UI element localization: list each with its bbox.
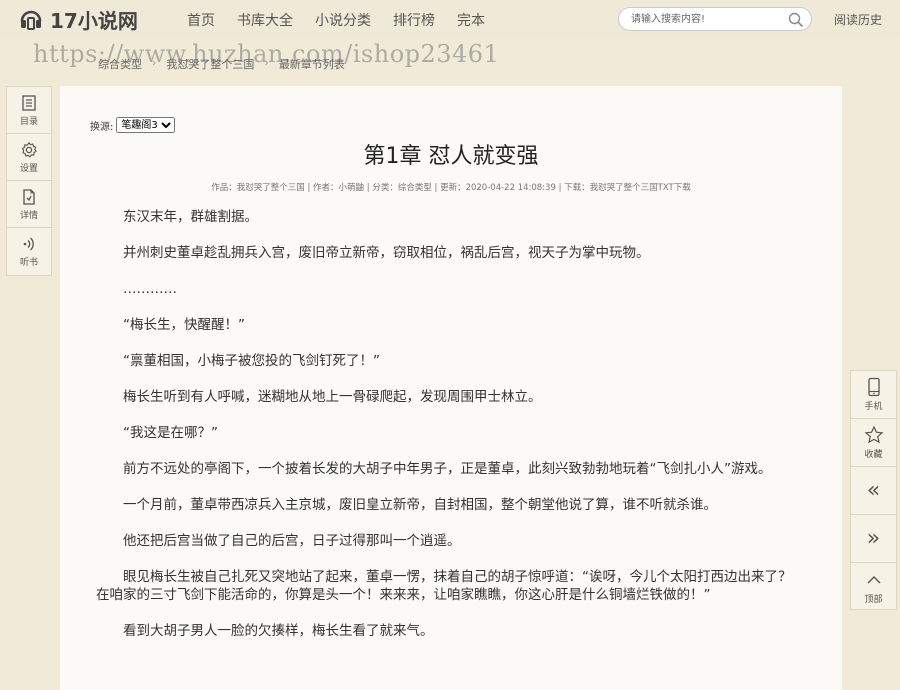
nav-rankings[interactable]: 排行榜 xyxy=(393,10,435,30)
right-toolbar: 手机 收藏 « » 顶部 xyxy=(850,370,897,610)
breadcrumb-chapters[interactable]: 最新章节列表 xyxy=(279,56,345,72)
main-nav: 首页 书库大全 小说分类 排行榜 完本 xyxy=(187,10,507,30)
nav-library[interactable]: 书库大全 xyxy=(237,10,293,30)
listen-label: 听书 xyxy=(19,258,38,268)
paragraph: 眼见梅长生被自己扎死又突地站了起来，董卓一愣，抹着自己的胡子惊呼道：“诶呀，今儿… xyxy=(96,569,792,603)
paragraph: “我这是在哪？” xyxy=(123,425,218,441)
details-icon xyxy=(23,188,35,205)
double-chevron-right-icon: » xyxy=(866,525,881,551)
reading-history-link[interactable]: 阅读历史 xyxy=(834,11,882,28)
chapter-title: 第1章 怼人就变强 xyxy=(363,144,539,169)
paragraph: 看到大胡子男人一脸的欠揍样，梅长生看了就来气。 xyxy=(123,623,434,639)
mobile-button[interactable]: 手机 xyxy=(851,371,896,419)
mobile-phone-icon xyxy=(867,377,880,397)
search-icon[interactable] xyxy=(787,11,805,29)
chapter-content: 换源: 笔趣阁3 第1章 怼人就变强 作品：我怼哭了整个三国 | 作者：小萌鼬 … xyxy=(60,86,842,690)
catalog-label: 目录 xyxy=(19,116,38,127)
favorite-label: 收藏 xyxy=(864,450,883,460)
source-select[interactable]: 笔趣阁3 xyxy=(116,117,176,133)
source-label: 换源: xyxy=(90,121,114,133)
breadcrumb-book[interactable]: 我怼哭了整个三国 xyxy=(166,56,254,72)
favorite-button[interactable]: 收藏 xyxy=(851,419,896,467)
double-chevron-left-icon: « xyxy=(866,477,881,503)
nav-home[interactable]: 首页 xyxy=(187,10,215,30)
back-to-top-button[interactable]: 顶部 xyxy=(851,563,896,611)
source-switcher: 换源: 笔趣阁3 xyxy=(90,117,176,133)
paragraph: 并州刺史董卓趁乱拥兵入宫，废旧帝立新帝，窃取相位，祸乱后宫，视天子为掌中玩物。 xyxy=(123,245,650,261)
catalog-icon xyxy=(22,94,36,111)
paragraph: ………… xyxy=(123,281,177,297)
catalog-button[interactable]: 目录 xyxy=(7,87,51,134)
logo-text: 17小说网 xyxy=(50,8,138,33)
site-logo[interactable]: 17小说网 xyxy=(18,4,138,34)
paragraph: “梅长生，快醒醒！” xyxy=(123,317,245,333)
paragraph: 梅长生听到有人呼喊，迷糊地从地上一骨碌爬起，发现周围甲士林立。 xyxy=(123,389,542,405)
audio-icon xyxy=(23,237,34,251)
breadcrumb-separator: › xyxy=(152,56,157,69)
breadcrumb: 综合类型 › 我怼哭了整个三国 › 最新章节列表 xyxy=(98,56,355,72)
nav-categories[interactable]: 小说分类 xyxy=(315,10,371,30)
top-header: 17小说网 首页 书库大全 小说分类 排行榜 完本 阅读历史 xyxy=(0,0,900,38)
settings-button[interactable]: 设置 xyxy=(7,134,51,181)
next-chapter-button[interactable]: » xyxy=(851,515,896,563)
paragraph: 东汉末年，群雄割据。 xyxy=(123,209,258,225)
chapter-meta: 作品：我怼哭了整个三国 | 作者：小萌鼬 | 分类：综合类型 | 更新：2020… xyxy=(211,183,691,193)
listen-button[interactable]: 听书 xyxy=(7,228,51,275)
paragraph: “禀董相国，小梅子被您投的飞剑钉死了！” xyxy=(123,353,380,369)
details-label: 详情 xyxy=(19,210,38,221)
search-box xyxy=(618,7,812,31)
search-input[interactable] xyxy=(631,11,781,27)
mobile-label: 手机 xyxy=(864,402,883,412)
headphones-logo-icon xyxy=(20,10,42,30)
chapter-text: 东汉末年，群雄割据。 并州刺史董卓趁乱拥兵入宫，废旧帝立新帝，窃取相位，祸乱后宫… xyxy=(96,208,800,658)
paragraph: 一个月前，董卓带西凉兵入主京城，废旧皇立新帝，自封相国，整个朝堂他说了算，谁不听… xyxy=(123,497,717,513)
gear-icon xyxy=(21,141,37,158)
breadcrumb-category[interactable]: 综合类型 xyxy=(98,56,142,72)
nav-completed[interactable]: 完本 xyxy=(457,10,485,30)
top-label: 顶部 xyxy=(864,594,883,605)
chevron-up-icon xyxy=(867,575,880,583)
star-icon xyxy=(864,425,883,444)
left-toolbar: 目录 设置 详情 听书 xyxy=(6,86,52,276)
paragraph: 前方不远处的亭阁下，一个披着长发的大胡子中年男子，正是董卓，此刻兴致勃勃地玩着“… xyxy=(123,461,772,477)
paragraph: 他还把后宫当做了自己的后宫，日子过得那叫一个逍遥。 xyxy=(123,533,461,549)
breadcrumb-separator: › xyxy=(264,56,269,69)
details-button[interactable]: 详情 xyxy=(7,181,51,228)
prev-chapter-button[interactable]: « xyxy=(851,467,896,515)
settings-label: 设置 xyxy=(19,163,38,174)
